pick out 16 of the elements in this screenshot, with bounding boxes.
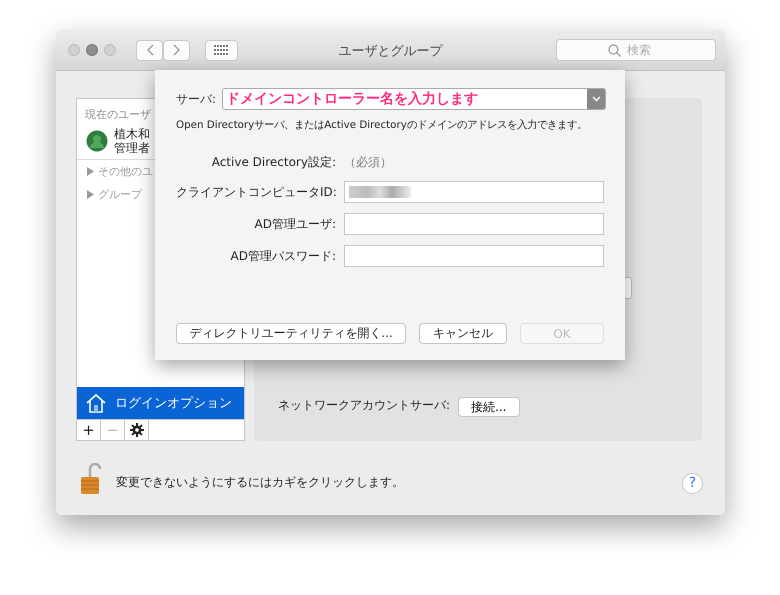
lock-hint: 変更できないようにするにはカギをクリックします。: [116, 474, 404, 490]
network-server-label: ネットワークアカウントサーバ:: [278, 397, 450, 414]
sidebar-item-label: ログインオプション: [115, 395, 232, 412]
server-label: サーバ:: [176, 90, 216, 108]
field-label: AD管理パスワード:: [230, 248, 336, 264]
window-title: ユーザとグループ: [338, 44, 442, 59]
group-label: その他のユ: [98, 164, 153, 179]
user-name: 植木和: [114, 127, 150, 141]
field-label: AD管理ユーザ:: [254, 216, 336, 232]
section-label: Active Directory設定:: [210, 154, 336, 171]
user-role: 管理者: [114, 141, 150, 155]
group-label: グループ: [98, 187, 142, 202]
section-header: 現在のユーザ: [85, 107, 151, 122]
field-label: クライアントコンピュータID:: [176, 184, 336, 200]
required-note: （必須）: [344, 154, 393, 171]
hint-text: Open Directoryサーバ、またはActive Directoryのドメインのアドレスを入力できます。: [176, 118, 587, 132]
